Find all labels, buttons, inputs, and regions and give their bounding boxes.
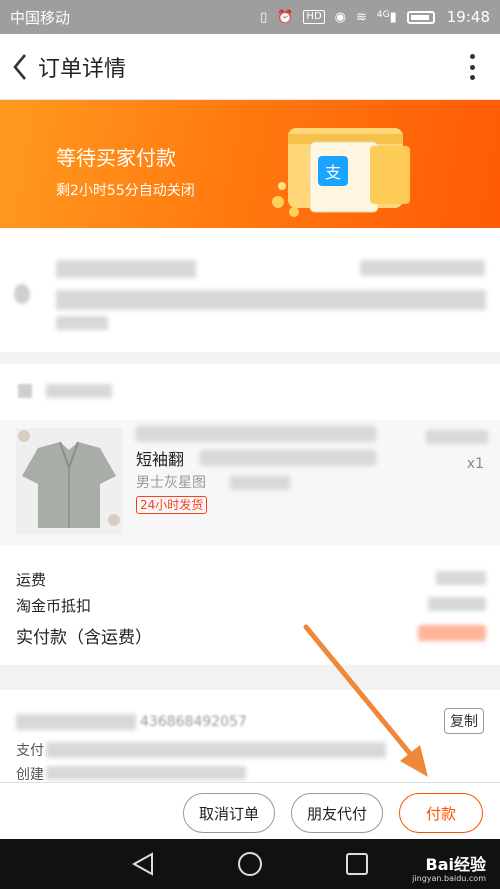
back-icon[interactable] <box>2 34 38 100</box>
shipping-badge: 24小时发货 <box>136 496 208 514</box>
svg-text:支: 支 <box>325 163 341 182</box>
payment-status-banner: 等待买家付款 剩2小时55分自动关闭 支 <box>0 100 500 240</box>
cancel-order-button[interactable]: 取消订单 <box>183 793 275 833</box>
coin-discount-label: 淘金币抵扣 <box>16 597 92 615</box>
eye-icon: ◉ <box>334 9 346 25</box>
auto-close-countdown: 剩2小时55分自动关闭 <box>56 183 195 199</box>
nav-bar: 订单详情 <box>0 34 500 100</box>
product-item[interactable]: 短袖翻 男士灰星图 24小时发货 x1 <box>0 420 500 545</box>
product-spec: 男士灰星图 <box>136 475 206 491</box>
pay-button[interactable]: 付款 <box>399 793 483 833</box>
total-paid-label: 实付款（含运费） <box>16 628 152 648</box>
more-options-icon[interactable] <box>468 54 476 80</box>
status-bar: 中国移动 ▯ ⏰ HD ◉ ≋ 4G▮ 19:48 <box>0 0 500 34</box>
product-thumbnail[interactable] <box>16 428 122 534</box>
page-title: 订单详情 <box>38 56 127 82</box>
location-icon <box>14 284 30 304</box>
wifi-icon: ≋ <box>356 9 367 25</box>
order-number: 436868492057 <box>140 714 247 730</box>
home-circle-icon[interactable] <box>237 851 263 877</box>
order-action-bar: 取消订单 朋友代付 付款 <box>0 782 500 839</box>
friend-pay-button[interactable]: 朋友代付 <box>291 793 383 833</box>
baidu-watermark-logo: Bai经验 <box>425 855 486 874</box>
order-detail-screen: 中国移动 ▯ ⏰ HD ◉ ≋ 4G▮ 19:48 订单详情 等待买家付款 剩2… <box>0 0 500 889</box>
hd-icon: HD <box>303 10 325 24</box>
back-triangle-icon[interactable] <box>130 851 156 877</box>
annotation-arrow <box>303 624 428 777</box>
shop-icon <box>18 384 32 398</box>
product-name: 短袖翻 <box>136 450 185 469</box>
shipping-fee-label: 运费 <box>16 571 47 589</box>
clock: 19:48 <box>446 8 490 26</box>
network-type: 4G <box>376 9 390 20</box>
wallet-illustration: 支 <box>272 128 410 217</box>
recents-square-icon[interactable] <box>344 851 370 877</box>
alarm-icon: ⏰ <box>277 9 294 25</box>
created-time-label: 创建 <box>16 767 44 783</box>
banner-edge <box>0 228 500 240</box>
vibrate-icon: ▯ <box>260 9 268 25</box>
shop-header[interactable] <box>0 364 500 420</box>
carrier-name: 中国移动 <box>10 8 71 27</box>
alipay-trade-label: 支付 <box>16 743 44 759</box>
product-quantity: x1 <box>466 456 484 472</box>
signal-icon: 4G▮ <box>376 9 397 25</box>
copy-button[interactable]: 复制 <box>444 708 484 734</box>
status-icons: ▯ ⏰ HD ◉ ≋ 4G▮ <box>260 10 435 25</box>
shipping-address-section[interactable] <box>0 240 500 352</box>
banner-title: 等待买家付款 <box>56 146 176 170</box>
battery-icon <box>406 10 435 24</box>
baidu-watermark-url: jingyan.baidu.com <box>412 874 486 883</box>
